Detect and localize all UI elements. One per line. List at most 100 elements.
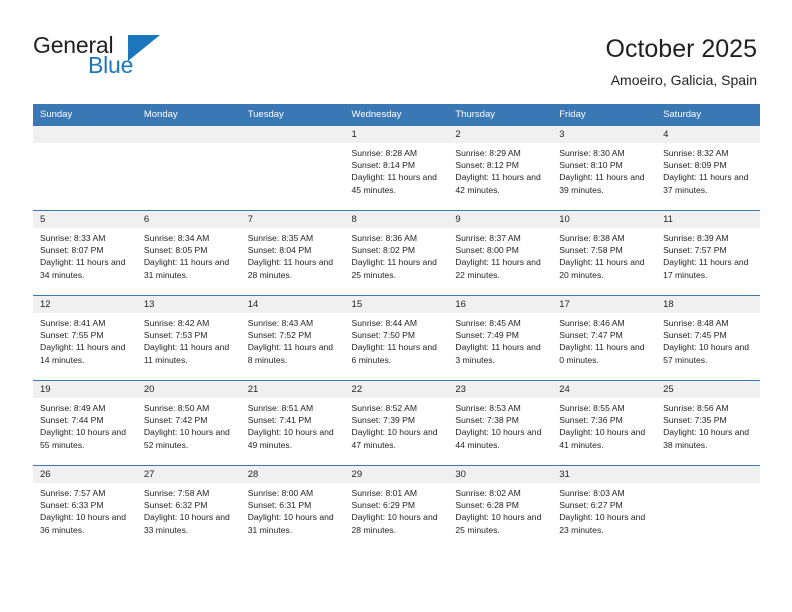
day-cell[interactable]: 30 Sunrise: 8:02 AM Sunset: 6:28 PM Dayligh… [448,466,553,550]
sunset-text: Sunset: 6:29 PM [351,500,416,511]
daylight-text: Daylight: 10 hours and 57 minutes. [663,342,750,365]
sunset-text: Sunset: 8:05 PM [143,245,208,256]
sunset-text: Sunset: 6:27 PM [559,500,623,511]
day-cell[interactable]: 20 Sunrise: 8:50 AM Sunset: 7:42 PM Dayligh… [136,381,241,465]
day-cell-empty [240,126,345,210]
day-cell[interactable]: 4 Sunrise: 8:32 AM Sunset: 8:09 PM Daylight… [656,126,760,210]
calendar-week-row: 1 Sunrise: 8:28 AM Sunset: 8:14 PM Daylight… [33,125,760,211]
sun-info: Sunrise: 8:49 AM Sunset: 7:44 PM Daylight:… [33,398,137,451]
daylight-text: Daylight: 11 hours and 17 minutes. [663,257,749,280]
day-cell[interactable]: 7 Sunrise: 8:35 AM Sunset: 8:04 PM Daylight… [240,211,345,295]
day-cell[interactable]: 9 Sunrise: 8:37 AM Sunset: 8:00 PM Daylight… [448,211,553,295]
day-cell-empty [33,126,137,210]
day-cell[interactable]: 17 Sunrise: 8:46 AM Sunset: 7:47 PM Dayligh… [552,296,657,380]
calendar-page: General Blue October 2025 Amoeiro, Galic… [0,0,792,612]
sun-info: Sunrise: 8:00 AM Sunset: 6:31 PM Daylight:… [241,483,345,536]
sunrise-text: Sunrise: 8:29 AM [455,148,521,158]
calendar-cell: 31 Sunrise: 8:03 AM Sunset: 6:27 PM Dayligh… [552,465,657,550]
day-cell[interactable]: 26 Sunrise: 7:57 AM Sunset: 6:33 PM Dayligh… [33,466,137,550]
calendar-week-row: 19 Sunrise: 8:49 AM Sunset: 7:44 PM Dayligh… [33,380,760,466]
day-cell[interactable]: 28 Sunrise: 8:00 AM Sunset: 6:31 PM Dayligh… [240,466,345,550]
day-cell[interactable]: 18 Sunrise: 8:48 AM Sunset: 7:45 PM Dayligh… [656,296,760,380]
day-number: 31 [552,466,657,483]
day-number: 16 [448,296,553,313]
sunrise-text: Sunrise: 8:42 AM [143,318,210,328]
day-cell[interactable]: 2 Sunrise: 8:29 AM Sunset: 8:12 PM Daylight… [448,126,553,210]
general-blue-logo[interactable]: General Blue [33,33,213,81]
day-cell[interactable]: 21 Sunrise: 8:51 AM Sunset: 7:41 PM Dayligh… [240,381,345,465]
day-number: 6 [136,211,241,228]
day-cell[interactable]: 10 Sunrise: 8:38 AM Sunset: 7:58 PM Dayligh… [552,211,657,295]
day-cell[interactable]: 25 Sunrise: 8:56 AM Sunset: 7:35 PM Dayligh… [656,381,760,465]
daylight-text: Daylight: 11 hours and 28 minutes. [247,257,334,280]
day-cell[interactable]: 11 Sunrise: 8:39 AM Sunset: 7:57 PM Dayligh… [656,211,760,295]
sunset-text: Sunset: 7:50 PM [351,330,416,341]
calendar-cell: 2 Sunrise: 8:29 AM Sunset: 8:12 PM Daylight… [448,125,553,211]
page-subtitle: Amoeiro, Galicia, Spain [610,72,757,88]
calendar-cell: 9 Sunrise: 8:37 AM Sunset: 8:00 PM Daylight… [448,210,553,296]
calendar-body: 1 Sunrise: 8:28 AM Sunset: 8:14 PM Daylight… [33,125,760,550]
sun-info: Sunrise: 8:02 AM Sunset: 6:28 PM Daylight:… [448,483,552,536]
day-cell[interactable]: 12 Sunrise: 8:41 AM Sunset: 7:55 PM Dayligh… [33,296,137,380]
day-number: 4 [656,126,760,143]
daylight-text: Daylight: 11 hours and 6 minutes. [351,342,437,365]
page-header: General Blue October 2025 Amoeiro, Galic… [0,0,792,100]
day-cell[interactable]: 15 Sunrise: 8:44 AM Sunset: 7:50 PM Dayligh… [344,296,449,380]
weekday-header-tuesday: Tuesday [240,104,345,126]
day-cell[interactable]: 14 Sunrise: 8:43 AM Sunset: 7:52 PM Dayligh… [240,296,345,380]
day-number: 26 [33,466,137,483]
day-cell[interactable]: 24 Sunrise: 8:55 AM Sunset: 7:36 PM Dayligh… [552,381,657,465]
sunrise-text: Sunrise: 8:03 AM [559,488,625,498]
calendar-cell: 11 Sunrise: 8:39 AM Sunset: 7:57 PM Dayligh… [656,210,760,296]
sunset-text: Sunset: 7:36 PM [559,415,623,426]
day-cell[interactable]: 19 Sunrise: 8:49 AM Sunset: 7:44 PM Dayligh… [33,381,137,465]
sunset-text: Sunset: 7:38 PM [455,415,519,426]
calendar-cell [240,125,345,211]
calendar-week-row: 26 Sunrise: 7:57 AM Sunset: 6:33 PM Dayligh… [33,465,760,550]
calendar-cell: 25 Sunrise: 8:56 AM Sunset: 7:35 PM Dayligh… [656,380,760,466]
daylight-text: Daylight: 10 hours and 49 minutes. [247,427,334,450]
day-cell[interactable]: 1 Sunrise: 8:28 AM Sunset: 8:14 PM Daylight… [344,126,449,210]
sunrise-text: Sunrise: 8:44 AM [351,318,417,328]
day-cell[interactable]: 3 Sunrise: 8:30 AM Sunset: 8:10 PM Daylight… [552,126,657,210]
day-number: 23 [448,381,553,398]
calendar-cell [33,125,137,211]
sunrise-text: Sunrise: 8:56 AM [663,403,729,413]
day-cell[interactable]: 5 Sunrise: 8:33 AM Sunset: 8:07 PM Daylight… [33,211,137,295]
daylight-text: Daylight: 11 hours and 0 minutes. [559,342,645,365]
day-number: 7 [240,211,345,228]
day-number: 25 [656,381,760,398]
day-cell[interactable]: 29 Sunrise: 8:01 AM Sunset: 6:29 PM Dayligh… [344,466,449,550]
day-cell[interactable]: 22 Sunrise: 8:52 AM Sunset: 7:39 PM Dayligh… [344,381,449,465]
daylight-text: Daylight: 11 hours and 11 minutes. [143,342,230,365]
sunrise-text: Sunrise: 8:01 AM [351,488,417,498]
calendar-cell: 18 Sunrise: 8:48 AM Sunset: 7:45 PM Dayligh… [656,295,760,381]
sun-info: Sunrise: 8:37 AM Sunset: 8:00 PM Daylight:… [448,228,552,281]
calendar-cell: 23 Sunrise: 8:53 AM Sunset: 7:38 PM Dayligh… [448,380,553,466]
calendar-cell: 22 Sunrise: 8:52 AM Sunset: 7:39 PM Dayligh… [344,380,449,466]
day-cell[interactable]: 8 Sunrise: 8:36 AM Sunset: 8:02 PM Daylight… [344,211,449,295]
sun-info: Sunrise: 8:44 AM Sunset: 7:50 PM Daylight:… [345,313,449,366]
sunset-text: Sunset: 7:39 PM [351,415,416,426]
calendar-cell: 16 Sunrise: 8:45 AM Sunset: 7:49 PM Dayligh… [448,295,553,381]
day-cell[interactable]: 31 Sunrise: 8:03 AM Sunset: 6:27 PM Dayligh… [552,466,657,550]
sun-info: Sunrise: 8:32 AM Sunset: 8:09 PM Daylight:… [656,143,760,196]
calendar-header-row: Sunday Monday Tuesday Wednesday Thursday Frid… [33,104,760,126]
sunrise-text: Sunrise: 7:57 AM [40,488,106,498]
sun-info: Sunrise: 8:38 AM Sunset: 7:58 PM Daylight:… [552,228,656,281]
day-cell[interactable]: 23 Sunrise: 8:53 AM Sunset: 7:38 PM Dayligh… [448,381,553,465]
day-number: 14 [240,296,345,313]
sunset-text: Sunset: 8:07 PM [40,245,104,256]
daylight-text: Daylight: 11 hours and 34 minutes. [40,257,126,280]
daylight-text: Daylight: 11 hours and 39 minutes. [559,172,645,195]
sunrise-text: Sunrise: 8:33 AM [40,233,106,243]
day-cell[interactable]: 13 Sunrise: 8:42 AM Sunset: 7:53 PM Dayligh… [136,296,241,380]
day-cell[interactable]: 27 Sunrise: 7:58 AM Sunset: 6:32 PM Dayligh… [136,466,241,550]
day-cell[interactable]: 6 Sunrise: 8:34 AM Sunset: 8:05 PM Daylight… [136,211,241,295]
calendar-cell: 12 Sunrise: 8:41 AM Sunset: 7:55 PM Dayligh… [33,295,137,381]
day-cell[interactable]: 16 Sunrise: 8:45 AM Sunset: 7:49 PM Dayligh… [448,296,553,380]
sunset-text: Sunset: 6:28 PM [455,500,519,511]
sun-info: Sunrise: 8:50 AM Sunset: 7:42 PM Daylight:… [137,398,241,451]
daylight-text: Daylight: 11 hours and 20 minutes. [559,257,645,280]
sunset-text: Sunset: 8:00 PM [455,245,519,256]
